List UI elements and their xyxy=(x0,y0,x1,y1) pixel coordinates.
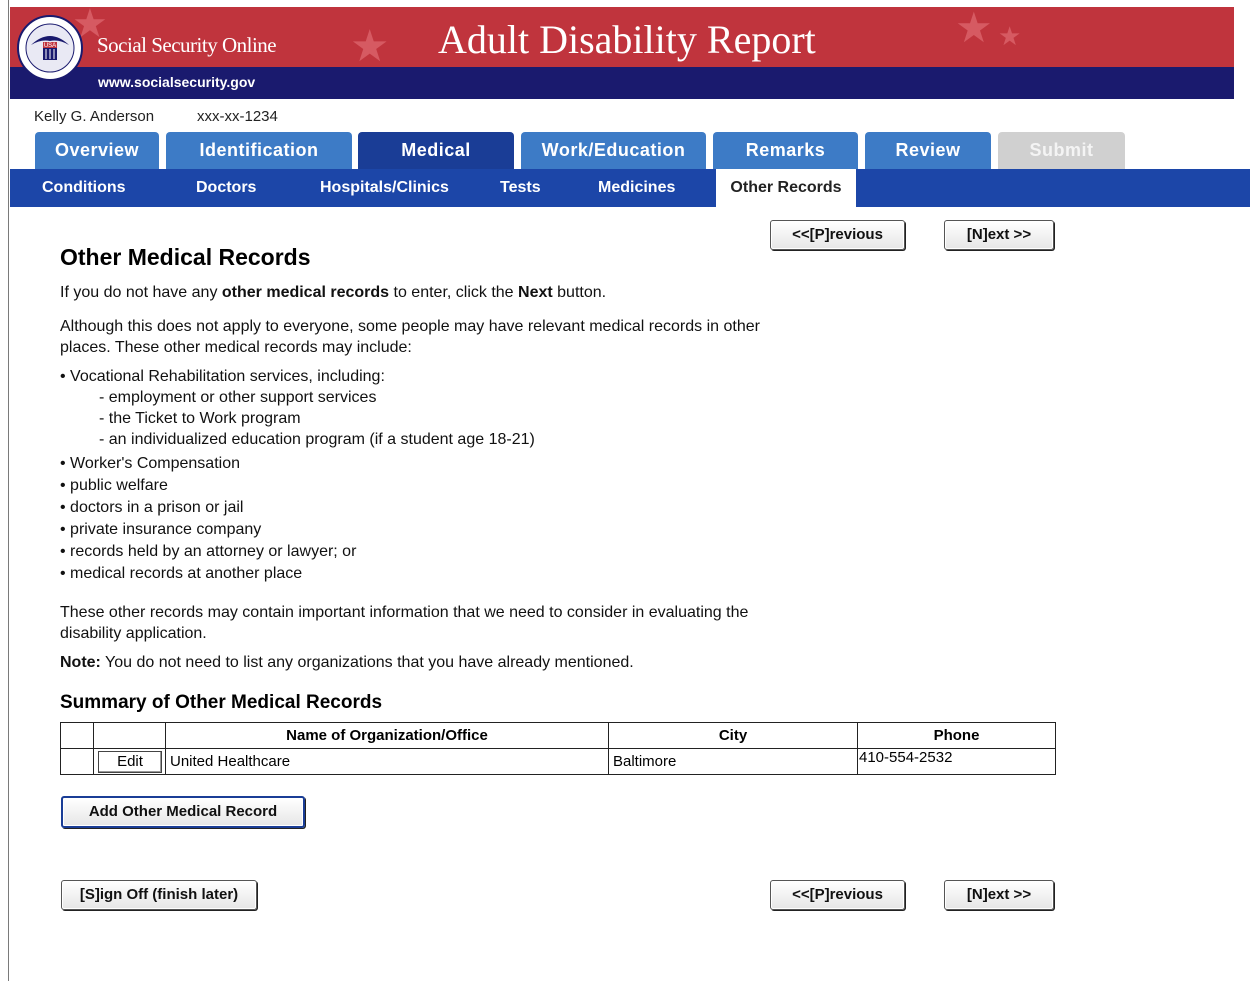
note-text: Note: You do not need to list any organi… xyxy=(60,654,634,671)
table-header-row: Name of Organization/Office City Phone xyxy=(60,722,1056,749)
summary-heading: Summary of Other Medical Records xyxy=(60,692,383,713)
column-header xyxy=(93,722,166,749)
tab-overview[interactable]: Overview xyxy=(35,132,159,169)
table-cell xyxy=(60,748,94,775)
sign-off-button[interactable]: [S]ign Off (finish later) xyxy=(61,880,257,910)
tab-medical[interactable]: Medical xyxy=(358,132,514,169)
tab-remarks[interactable]: Remarks xyxy=(713,132,858,169)
list-item: - the Ticket to Work program xyxy=(99,410,301,427)
subtab-doctors[interactable]: Doctors xyxy=(196,169,256,207)
tab-review[interactable]: Review xyxy=(865,132,991,169)
subtab-other-records[interactable]: Other Records xyxy=(716,169,856,207)
list-item: • medical records at another place xyxy=(60,565,303,582)
star-decoration: ★ xyxy=(955,7,993,51)
list-item: • Vocational Rehabilitation services, in… xyxy=(60,368,385,385)
column-header: Phone xyxy=(857,722,1056,749)
next-button-bottom[interactable]: [N]ext >> xyxy=(944,880,1054,910)
records-list: • Vocational Rehabilitation services, in… xyxy=(60,366,535,584)
section-heading: Other Medical Records xyxy=(60,244,311,270)
tab-identification[interactable]: Identification xyxy=(166,132,352,169)
page-left-border xyxy=(8,0,9,981)
user-ssn: xxx-xx-1234 xyxy=(197,108,278,125)
column-header xyxy=(60,722,94,749)
star-decoration: ★ xyxy=(998,21,1022,51)
next-button-top[interactable]: [N]ext >> xyxy=(944,220,1054,250)
city-cell: Baltimore xyxy=(608,748,858,775)
list-item: - employment or other support services xyxy=(99,389,377,406)
list-item: • doctors in a prison or jail xyxy=(60,499,244,516)
site-url: www.socialsecurity.gov xyxy=(98,74,256,90)
previous-button-bottom[interactable]: <<[P]revious xyxy=(770,880,905,910)
ssa-seal-logo: USA xyxy=(17,15,83,81)
brand-name: Social Security Online xyxy=(97,33,277,57)
add-other-medical-record-button[interactable]: Add Other Medical Record xyxy=(61,796,305,828)
column-header: City xyxy=(608,722,858,749)
intro-text: If you do not have any other medical rec… xyxy=(60,284,607,301)
edit-button[interactable]: Edit xyxy=(98,750,162,773)
previous-button-top[interactable]: <<[P]revious xyxy=(770,220,905,250)
phone-cell: 410-554-2532 xyxy=(857,748,1056,775)
subtab-hospitals-clinics[interactable]: Hospitals/Clinics xyxy=(320,169,449,207)
column-header: Name of Organization/Office xyxy=(165,722,609,749)
list-item: • private insurance company xyxy=(60,521,262,538)
explanation-paragraph: Although this does not apply to everyone… xyxy=(60,318,760,356)
tab-work-education[interactable]: Work/Education xyxy=(521,132,706,169)
subtab-tests[interactable]: Tests xyxy=(500,169,541,207)
table-cell: Edit xyxy=(93,748,166,775)
list-item: - an individualized education program (i… xyxy=(99,431,535,448)
user-name: Kelly G. Anderson xyxy=(34,108,155,125)
page-title: Adult Disability Report xyxy=(438,17,816,62)
subtab-medicines[interactable]: Medicines xyxy=(598,169,675,207)
list-item: • Worker's Compensation xyxy=(60,455,240,472)
star-decoration: ★ xyxy=(350,22,390,67)
summary-table: Name of Organization/Office City Phone E… xyxy=(60,722,1056,775)
importance-paragraph: These other records may contain importan… xyxy=(60,604,749,642)
organization-name-cell: United Healthcare xyxy=(165,748,609,775)
svg-text:USA: USA xyxy=(44,43,56,49)
subtab-conditions[interactable]: Conditions xyxy=(42,169,126,207)
tab-submit: Submit xyxy=(998,132,1125,169)
list-item: • public welfare xyxy=(60,477,168,494)
table-row: Edit United Healthcare Baltimore 410-554… xyxy=(60,748,1056,775)
list-item: • records held by an attorney or lawyer;… xyxy=(60,543,357,560)
